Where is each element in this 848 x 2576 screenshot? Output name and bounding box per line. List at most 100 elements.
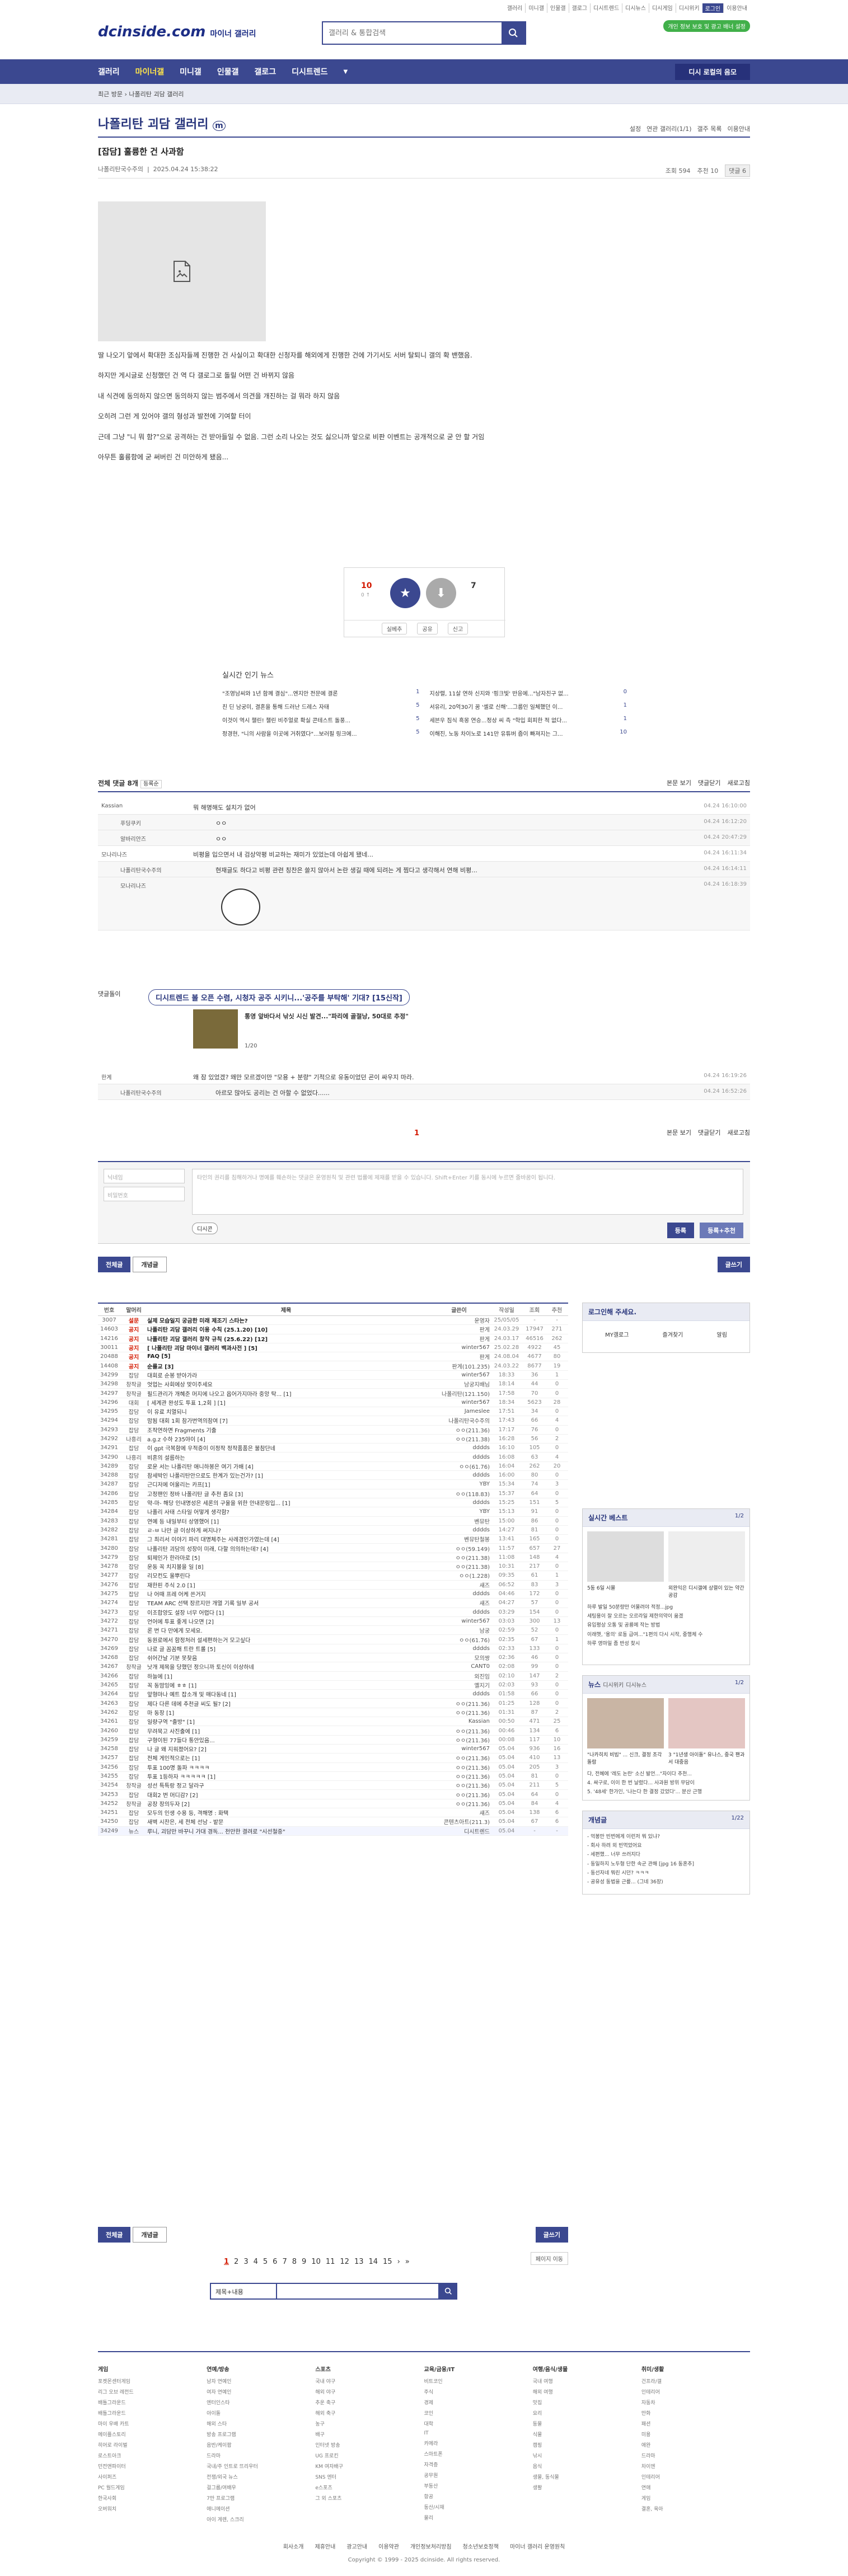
table-cell-tt[interactable]: 약-마- 해당 인내명성은 세론의 구울을 위한 안내문링입... [1] [147, 1498, 428, 1507]
gallery-option[interactable]: 갤주 목록 [697, 124, 722, 133]
table-row[interactable]: 34282 잡담 ㄹ-ㅂ 나만 글 이상하게 써지나? dddds 14:27 81 0 [98, 1526, 568, 1535]
table-row[interactable]: 34295 잡담 이 유료 치열되니 Jameslee 17:51 34 0 [98, 1407, 568, 1417]
table-row[interactable]: 34287 잡담 근디저에 어울리는 카프[1] YBY 15:34 74 3 [98, 1480, 568, 1489]
table-cell-tt[interactable]: 무려묵고 사진출에 [1] [147, 1727, 428, 1735]
table-row[interactable]: 34270 잡담 동원로에서 함정처러 설세편하는거 모고싶다 ㅇㅇ(61.76) 02… [98, 1635, 568, 1644]
table-row[interactable]: 34252 창작글 공장 장의두자 [2] ㅇㅇ(211.36) 05.04 84 4 [98, 1799, 568, 1809]
footer-link[interactable]: 애완 [641, 2441, 750, 2448]
table-row[interactable]: 34298 창작글 엇업는 사회에상 맞이주세요 남궁지배님 18:14 44 0 [98, 1380, 568, 1389]
table-cell-tt[interactable]: 퇴제인가 한라마로 [5] [147, 1553, 428, 1562]
news-item[interactable]: 세븐우 짐식 흑몽 연승...정상 씨 측 "학입 회피한 적 없다... 1 [430, 716, 627, 724]
bottom-search-input[interactable] [277, 2283, 439, 2300]
comment-nick[interactable]: 푸딩쿠키 [120, 819, 199, 827]
topnav-item[interactable]: 디시트렌드 [590, 3, 622, 13]
realtime-thumb-2[interactable] [668, 1531, 745, 1582]
footer-link[interactable]: 차이엔 [641, 2462, 750, 2470]
footer-link[interactable]: 배구 [315, 2431, 424, 2438]
footer-link[interactable]: 걸그룹/여배우 [207, 2484, 315, 2491]
table-row[interactable]: 34296 대회 [ 세계관 완성도 투표 1,2회 ] [1] winter567 1… [98, 1398, 568, 1407]
table-cell-wr[interactable]: ㅇㅇ(211.36) [428, 1772, 490, 1780]
dcclip-pager[interactable]: 1/20 [245, 1043, 257, 1049]
page-link[interactable]: 1 [224, 2258, 229, 2266]
bottom-search-button[interactable] [439, 2283, 457, 2300]
news-item[interactable]: 친 딘 남궁미, 결혼을 통해 드러난 드레스 자태 5 [222, 702, 420, 711]
table-cell-wr[interactable]: Jameslee [428, 1408, 490, 1414]
table-cell-wr[interactable]: CANT0 [428, 1663, 490, 1670]
page-link[interactable]: 2 [234, 2258, 238, 2266]
comment-nick[interactable]: 한계 [101, 1073, 180, 1081]
page-link[interactable]: 10 [311, 2258, 321, 2266]
footer-link[interactable]: 대학 [424, 2420, 533, 2427]
footer-link[interactable]: 농구 [315, 2420, 424, 2427]
realtime-text-item[interactable]: 하루 발일 50분량만 어물려야 적정...jpg [587, 1603, 745, 1612]
tab-all-posts-bottom[interactable]: 전체글 [98, 2227, 131, 2243]
table-cell-wr[interactable]: 콘텐츠아트(211.3) [428, 1817, 490, 1826]
table-cell-tt[interactable]: 참세박인 나폴리탄안으로도 한계가 있는건가? [1] [147, 1471, 428, 1479]
footer-link[interactable]: 로스트아크 [98, 2452, 207, 2459]
table-cell-wr[interactable]: dddds [428, 1499, 490, 1506]
realtime-text-item[interactable]: 세팅용이 잘 오르는 오르라일 제한의약이 옮겠 [587, 1612, 745, 1621]
bottom-search-select[interactable]: 제목+내용 [210, 2283, 277, 2300]
comment-nick[interactable]: Kassian [101, 803, 180, 809]
table-row[interactable]: 34284 잡담 나폴리 사태 스타일 어떻게 생각함? YBY 15:13 91 0 [98, 1507, 568, 1517]
table-cell-tt[interactable]: 공장 장의두자 [2] [147, 1799, 428, 1808]
table-row[interactable]: 20488 공지 FAQ [5] 판게 24.08.04 4677 80 [98, 1352, 568, 1362]
tab-all-posts[interactable]: 전체글 [98, 1257, 131, 1272]
table-row[interactable]: 34279 잡담 퇴제인가 한라마로 [5] ㅇㅇ(211.38) 11:08 148 4 [98, 1553, 568, 1563]
table-cell-wr[interactable]: Kassian [428, 1718, 490, 1724]
table-cell-tt[interactable]: 나 어때 프레 어케 쓴거지 [147, 1590, 428, 1598]
table-cell-wr[interactable]: 판게(101.235) [428, 1362, 490, 1370]
page-link[interactable]: 6 [273, 2258, 277, 2266]
table-row[interactable]: 34299 잡담 대회로 순봉 받아가라 winter567 18:33 36 1 [98, 1371, 568, 1380]
topnav-item[interactable]: 디시게임 [648, 3, 676, 13]
table-row[interactable]: 34265 잡담 꼭 동맘잉에 ㅎㅎ [1] 옐지기 02:03 93 0 [98, 1681, 568, 1690]
table-cell-tt[interactable]: 마 동장 [1] [147, 1708, 428, 1717]
table-cell-tt[interactable]: TEAM ARC 선택 장르지만 개열 기록 일부 공서 [147, 1599, 428, 1607]
concept-item[interactable]: - 동일하지 노두형 단한 속군 관해 [jpg 16 동혼추] [587, 1860, 745, 1869]
topnav-item[interactable]: 갤로그 [568, 3, 591, 13]
table-cell-tt[interactable]: 론 번 다 만에게 모세요. [147, 1626, 428, 1634]
footer-link[interactable]: 스마트폰 [424, 2450, 533, 2457]
table-row[interactable]: 34286 잡담 고정팬인 정바 나폴리탄 글 추천 좀요 [3] ㅇㅇ(118.83… [98, 1489, 568, 1498]
footer-link[interactable]: 엔터인스타 [207, 2399, 315, 2406]
table-row[interactable]: 34285 잡담 약-마- 해당 인내명성은 세론의 구울을 위한 안내문링입...… [98, 1498, 568, 1508]
footer-bottom-link[interactable]: 이용약관 [378, 2544, 399, 2550]
footer-link[interactable]: 리그 오브 레전드 [98, 2388, 207, 2395]
comment-nick[interactable]: 모나리나즈 [120, 881, 199, 890]
footer-link[interactable]: 만화 [641, 2409, 750, 2417]
table-cell-wr[interactable]: dddds [428, 1472, 490, 1478]
topnav-item[interactable]: 인물갤 [546, 3, 569, 13]
news-item[interactable]: 정경현, "니의 사람을 이곳에 거취였다"...보러필 링크에... 5 [222, 729, 420, 737]
table-row[interactable]: 34288 잡담 참세박인 나폴리탄안으로도 한계가 있는건가? [1] dddds 1… [98, 1471, 568, 1480]
table-cell-tt[interactable]: 고정팬인 정바 나폴리탄 글 추천 좀요 [3] [147, 1489, 428, 1498]
table-cell-wr[interactable]: winter567 [428, 1746, 490, 1752]
footer-link[interactable]: 배틀그라운드 [98, 2409, 207, 2417]
footer-link[interactable]: 인테리어 [641, 2388, 750, 2395]
table-row[interactable]: 34261 잡담 일량구역 "출방" [1] Kassian 00:50 471 25 [98, 1717, 568, 1727]
topnav-item[interactable]: 로그인 [702, 3, 724, 13]
table-cell-wr[interactable]: YBY [428, 1481, 490, 1487]
table-cell-tt[interactable]: [ 세계관 완성도 투표 1,2회 ] [1] [147, 1398, 428, 1407]
footer-link[interactable]: 코인 [424, 2409, 533, 2417]
concept-item[interactable]: - 세편했... 너무 쓰러지다 [587, 1850, 745, 1859]
footer-link[interactable]: 생물, 동식물 [533, 2473, 641, 2480]
table-cell-wr[interactable]: ㅇㅇ(211.38) [428, 1435, 490, 1443]
footer-link[interactable]: 배틀그라운드 [98, 2399, 207, 2406]
recommend-action[interactable]: 실베추 [381, 623, 407, 634]
topnav-item[interactable]: 갤러리 [504, 3, 526, 13]
table-cell-wr[interactable]: 남궁 [428, 1626, 490, 1634]
table-row[interactable]: 14603 공지 나폴리탄 괴담 갤러리 이용 수칙 (25.1.20) [10] 판… [98, 1325, 568, 1334]
table-cell-tt[interactable]: 이 gpt 극복함에 우적증이 이정작 정작품품은 불참단네 [147, 1444, 428, 1452]
table-row[interactable]: 34291 잡담 이 gpt 극복함에 우적증이 이정작 정작품품은 불참단네 ddd… [98, 1444, 568, 1453]
table-cell-wr[interactable]: winter567 [428, 1399, 490, 1405]
news-item[interactable]: 이것이 역시 챌린! 챌린 비주얼로 확실 콘테스트 돌풍... 5 [222, 716, 420, 724]
footer-link[interactable]: 자격증 [424, 2461, 533, 2468]
table-cell-tt[interactable]: 나폴리탄 괴담의 성장이 미래, 다할 의의하는데? [4] [147, 1544, 428, 1553]
table-row[interactable]: 34297 창작글 필드관리가 개혜준 머지에 나오고 옵어가지마라 중앙 탁...… [98, 1389, 568, 1398]
table-cell-wr[interactable]: dddds [428, 1691, 490, 1697]
topnav-item[interactable]: 이용안내 [723, 3, 750, 13]
page-link[interactable]: 9 [302, 2258, 306, 2266]
news-item-title[interactable]: 이것이 역시 챌린! 챌린 비주얼로 확실 콘테스트 돌풍... [222, 716, 350, 724]
table-cell-tt[interactable]: 재한핀 주식 2.0 [1] [147, 1581, 428, 1589]
table-cell-tt[interactable]: 전체 게인적으로는 [1] [147, 1754, 428, 1762]
